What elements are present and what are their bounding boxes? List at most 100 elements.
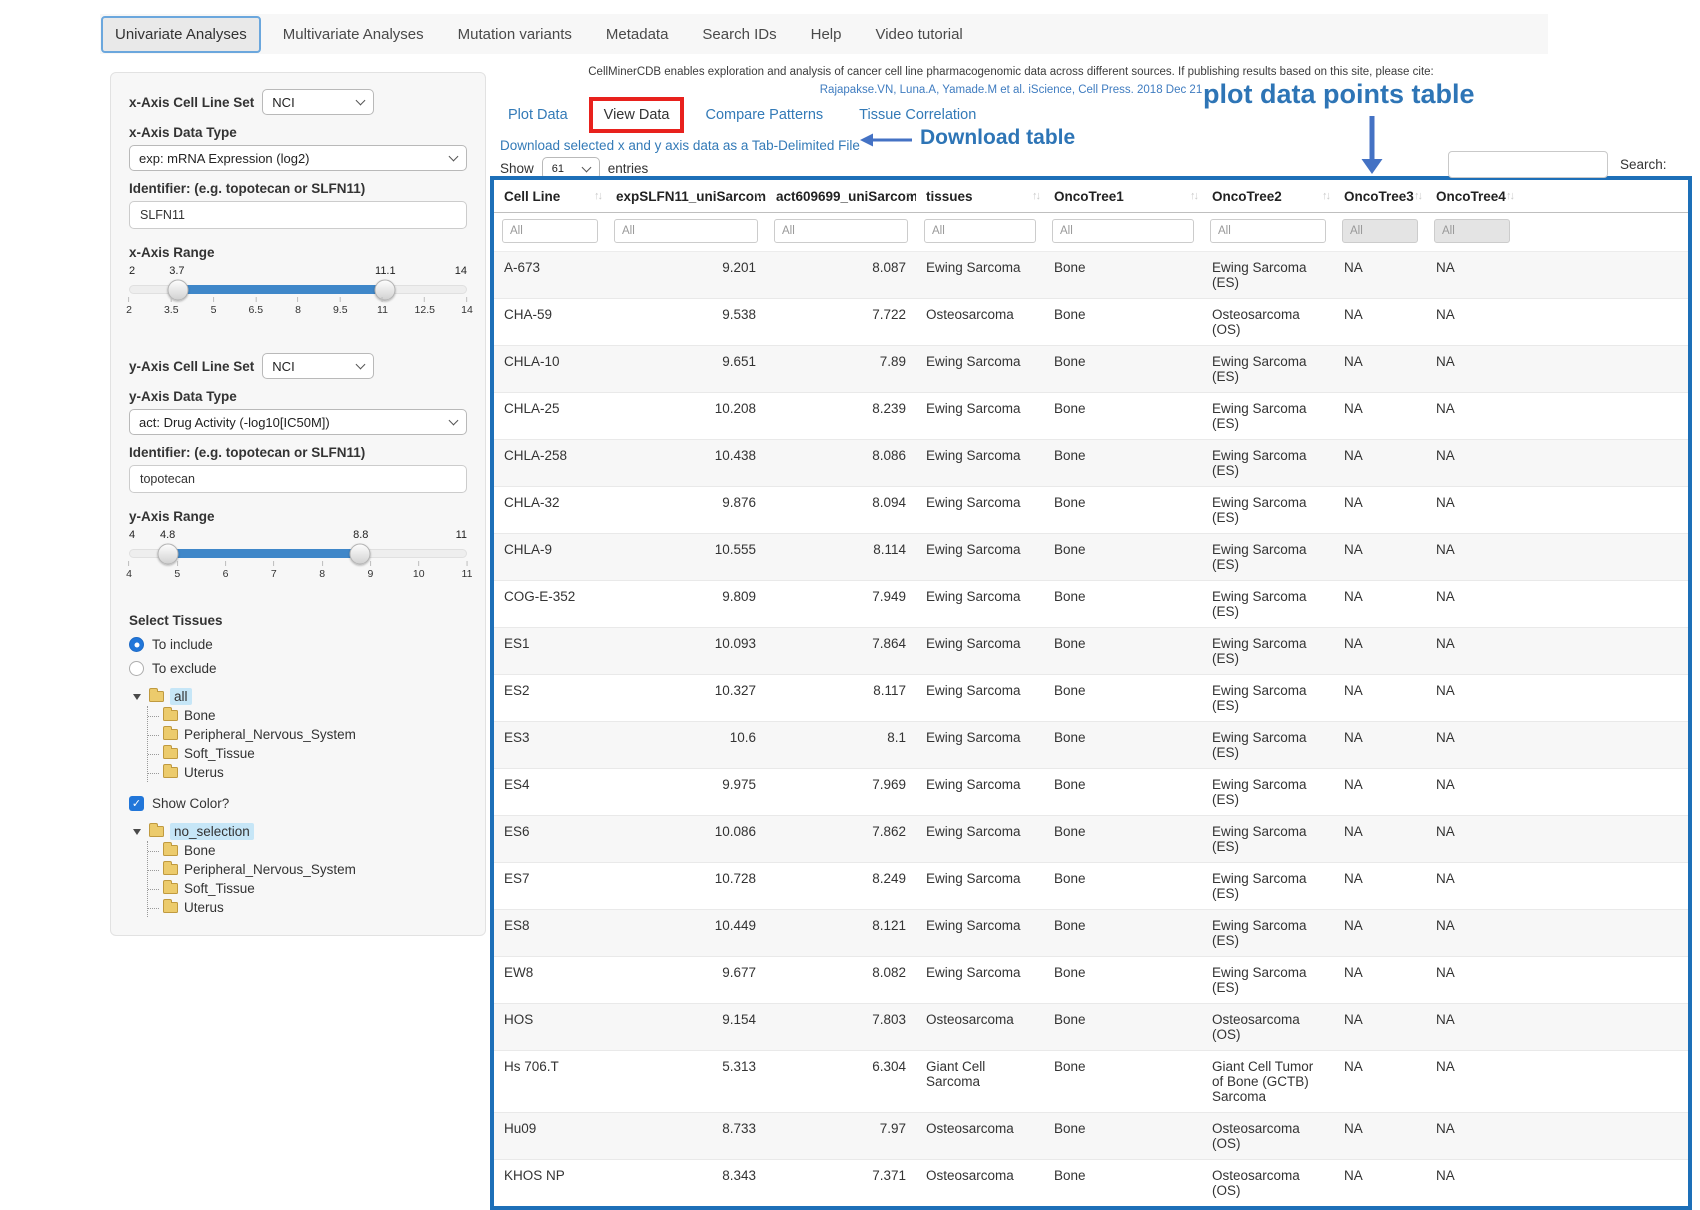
slider-track[interactable] <box>129 549 467 558</box>
radio-button-icon[interactable] <box>129 661 144 676</box>
cell-oncotree1: Bone <box>1044 769 1202 816</box>
sort-icon[interactable]: ↑↓ <box>1032 190 1039 202</box>
cell-spacer <box>1518 1160 1688 1207</box>
tab-tissue-correlation[interactable]: Tissue Correlation <box>857 104 978 126</box>
tree-item-soft-tissue[interactable]: Soft_Tissue <box>148 744 467 763</box>
nav-item-mutation-variants[interactable]: Mutation variants <box>446 18 584 51</box>
cell-spacer <box>1518 910 1688 957</box>
sort-icon[interactable]: ↑↓ <box>1414 190 1421 202</box>
filter-input-act609699-unisarcoma[interactable] <box>774 219 908 243</box>
sort-icon[interactable]: ↑↓ <box>594 190 601 202</box>
tree-item-peripheral-nervous-system[interactable]: Peripheral_Nervous_System <box>148 860 467 879</box>
sort-icon[interactable]: ↑↓ <box>1322 190 1329 202</box>
cell-tissues: Giant Cell Sarcoma <box>916 1051 1044 1113</box>
cell-cell-line: CHLA-10 <box>494 346 606 393</box>
filter-input-oncotree3[interactable] <box>1342 219 1418 243</box>
tree-item-peripheral-nervous-system[interactable]: Peripheral_Nervous_System <box>148 725 467 744</box>
tree-node-label-peripheral-nervous-system[interactable]: Peripheral_Nervous_System <box>184 727 356 742</box>
x-axis-range-slider[interactable]: 23.711.11423.556.589.51112.514 <box>129 265 467 327</box>
filter-input-oncotree2[interactable] <box>1210 219 1326 243</box>
column-header-expslfn11-unisarcoma[interactable]: expSLFN11_uniSarcoma↑↓ <box>606 180 766 213</box>
tree-item-bone[interactable]: Bone <box>148 841 467 860</box>
cell-oncotree2: Ewing Sarcoma (ES) <box>1202 252 1334 299</box>
nav-item-univariate-analyses[interactable]: Univariate Analyses <box>101 16 261 53</box>
tissues-exclude-option[interactable]: To exclude <box>129 661 467 676</box>
column-header-act609699-unisarcoma[interactable]: act609699_uniSarcoma↑↓ <box>766 180 916 213</box>
sort-icon[interactable]: ↑↓ <box>1506 190 1513 202</box>
cell-cell-line: CHLA-258 <box>494 440 606 487</box>
column-header-oncotree1[interactable]: OncoTree1↑↓ <box>1044 180 1202 213</box>
slider-track[interactable] <box>129 285 467 294</box>
cell-oncotree3: NA <box>1334 1051 1426 1113</box>
column-header-cell-line[interactable]: Cell Line↑↓ <box>494 180 606 213</box>
tree-node-label-peripheral-nervous-system[interactable]: Peripheral_Nervous_System <box>184 862 356 877</box>
radio-button-icon[interactable] <box>129 637 144 652</box>
tab-compare-patterns[interactable]: Compare Patterns <box>703 104 825 126</box>
tree-item-uterus[interactable]: Uterus <box>148 898 467 917</box>
sort-icon[interactable]: ↑↓ <box>754 190 761 202</box>
show-color-option[interactable]: ✓ Show Color? <box>129 796 467 811</box>
select-tissues-label: Select Tissues <box>129 613 467 628</box>
cell-cell-line: Hs 706.T <box>494 1051 606 1113</box>
tree-item-soft-tissue[interactable]: Soft_Tissue <box>148 879 467 898</box>
y-axis-range-slider[interactable]: 44.88.8114567891011 <box>129 529 467 591</box>
cell-tissues: Osteosarcoma <box>916 1004 1044 1051</box>
nav-item-multivariate-analyses[interactable]: Multivariate Analyses <box>271 18 436 51</box>
table-search-input[interactable] <box>1448 151 1608 178</box>
tree-node-label-bone[interactable]: Bone <box>184 708 216 723</box>
cell-expslfn11-unisarcoma: 9.975 <box>606 769 766 816</box>
nav-item-video-tutorial[interactable]: Video tutorial <box>863 18 974 51</box>
tree-expand-icon[interactable] <box>133 829 141 835</box>
table-row: CHLA-910.5558.114Ewing SarcomaBoneEwing … <box>494 534 1688 581</box>
filter-input-tissues[interactable] <box>924 219 1036 243</box>
y-axis-cell-line-set-select[interactable]: NCI <box>262 353 374 379</box>
folder-icon <box>163 710 178 721</box>
x-axis-data-type-select[interactable]: exp: mRNA Expression (log2) <box>129 145 467 171</box>
table-row: CHLA-109.6517.89Ewing SarcomaBoneEwing S… <box>494 346 1688 393</box>
x-axis-cell-line-set-select[interactable]: NCI <box>262 89 374 115</box>
tree-node-label-uterus[interactable]: Uterus <box>184 765 224 780</box>
tick-label: 3.5 <box>164 304 179 316</box>
filter-input-cell-line[interactable] <box>502 219 598 243</box>
y-axis-data-type-select[interactable]: act: Drug Activity (-log10[IC50M]) <box>129 409 467 435</box>
cell-oncotree2: Ewing Sarcoma (ES) <box>1202 393 1334 440</box>
nav-item-help[interactable]: Help <box>799 18 854 51</box>
column-header-tissues[interactable]: tissues↑↓ <box>916 180 1044 213</box>
tab-view-data[interactable]: View Data <box>602 104 672 126</box>
tree-node-label-no-selection[interactable]: no_selection <box>170 823 254 840</box>
range-max-label: 14 <box>455 265 467 277</box>
download-tab-delimited-link[interactable]: Download selected x and y axis data as a… <box>500 138 860 153</box>
filter-input-expslfn11-unisarcoma[interactable] <box>614 219 758 243</box>
tree-expand-icon[interactable] <box>133 694 141 700</box>
tissues-include-option[interactable]: To include <box>129 637 467 652</box>
column-header-oncotree3[interactable]: OncoTree3↑↓ <box>1334 180 1426 213</box>
tree-node-label-soft-tissue[interactable]: Soft_Tissue <box>184 746 255 761</box>
tree-node-label-uterus[interactable]: Uterus <box>184 900 224 915</box>
column-header-oncotree4[interactable]: OncoTree4↑↓ <box>1426 180 1518 213</box>
column-header-oncotree2[interactable]: OncoTree2↑↓ <box>1202 180 1334 213</box>
x-identifier-input[interactable] <box>129 201 467 229</box>
tab-plot-data[interactable]: Plot Data <box>506 104 570 126</box>
range-max-label: 11 <box>456 529 467 541</box>
y-identifier-input[interactable] <box>129 465 467 493</box>
cell-cell-line: ES8 <box>494 910 606 957</box>
filter-input-oncotree4[interactable] <box>1434 219 1510 243</box>
nav-item-metadata[interactable]: Metadata <box>594 18 681 51</box>
tree-node-label-soft-tissue[interactable]: Soft_Tissue <box>184 881 255 896</box>
tree-item-uterus[interactable]: Uterus <box>148 763 467 782</box>
cell-oncotree4: NA <box>1426 769 1518 816</box>
sort-icon[interactable]: ↑↓ <box>904 190 911 202</box>
nav-item-search-ids[interactable]: Search IDs <box>690 18 788 51</box>
plot-data-points-table-annotation: plot data points table <box>1203 79 1475 110</box>
cell-oncotree2: Ewing Sarcoma (ES) <box>1202 910 1334 957</box>
tree-node-label-bone[interactable]: Bone <box>184 843 216 858</box>
tree-node-label-all[interactable]: all <box>170 688 192 705</box>
slider-tick: 8 <box>295 297 301 316</box>
search-label: Search: <box>1620 157 1667 172</box>
checkbox-checked-icon[interactable]: ✓ <box>129 796 144 811</box>
filter-input-oncotree1[interactable] <box>1052 219 1194 243</box>
tree-item-bone[interactable]: Bone <box>148 706 467 725</box>
sort-icon[interactable]: ↑↓ <box>1190 190 1197 202</box>
tick-label: 6 <box>223 568 229 580</box>
cell-spacer <box>1518 628 1688 675</box>
